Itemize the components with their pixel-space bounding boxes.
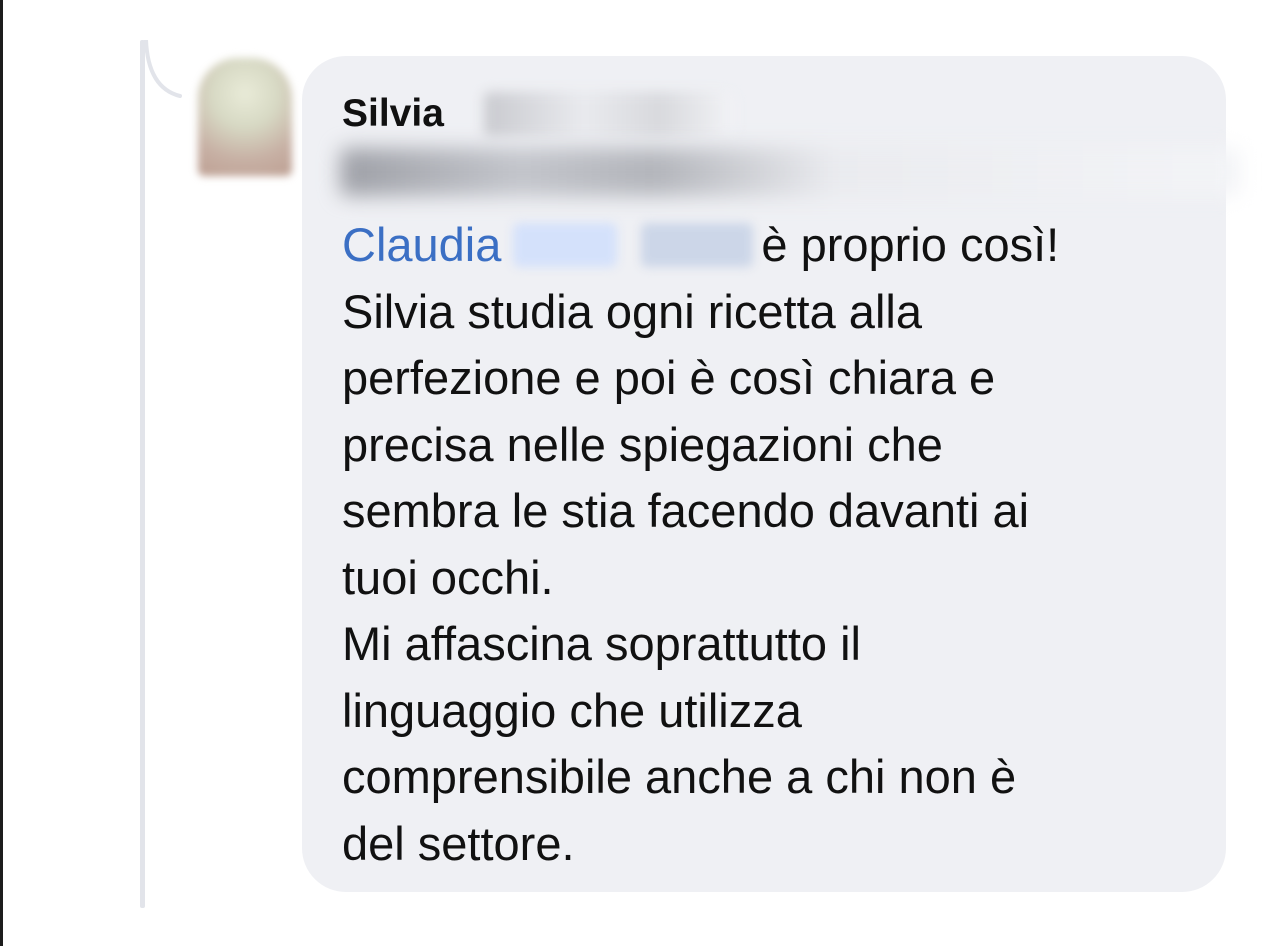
redacted-mention-part xyxy=(513,222,618,267)
message-line: è proprio così! xyxy=(761,218,1060,271)
message-line: perfezione e poi è così chiara e xyxy=(342,351,996,404)
comment-text: Claudia è proprio così! Silvia studia ogn… xyxy=(342,212,1202,877)
comment-author-name[interactable]: Silvia xyxy=(342,88,444,140)
screen-edge xyxy=(0,0,3,946)
message-line: sembra le stia facendo davanti ai xyxy=(342,484,1030,537)
message-line: Silvia studia ogni ricetta alla xyxy=(342,284,922,338)
message-line: tuoi occhi. xyxy=(342,550,554,604)
message-line: linguaggio che utilizza xyxy=(342,683,802,737)
message-line: del settore. xyxy=(342,816,575,870)
redacted-author-subtitle xyxy=(340,148,1240,196)
reply-thread-line xyxy=(140,40,145,908)
message-line: Mi affascina soprattutto il xyxy=(342,617,861,670)
redacted-author-surname xyxy=(484,92,734,136)
redacted-mention-part xyxy=(641,222,754,267)
message-first-line: Claudia è proprio così! xyxy=(342,212,1202,279)
message-line: comprensibile anche a chi non è xyxy=(342,750,1017,803)
reply-connector xyxy=(144,40,182,98)
mention-link[interactable]: Claudia xyxy=(342,218,501,271)
message-line: precisa nelle spiegazioni che xyxy=(342,417,943,471)
avatar[interactable] xyxy=(198,58,292,176)
